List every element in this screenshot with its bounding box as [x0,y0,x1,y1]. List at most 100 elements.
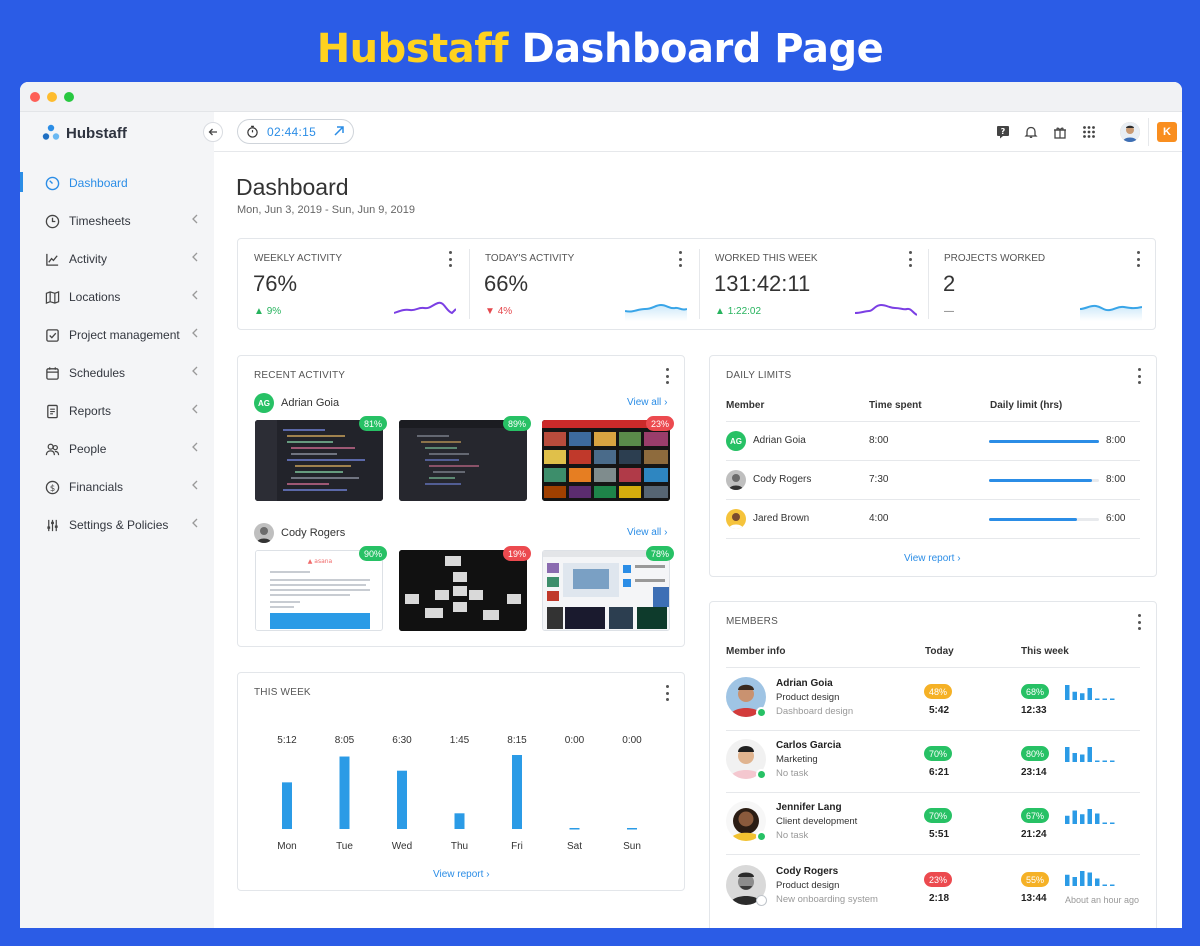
sliders-icon [44,517,60,533]
member-role: Product design [776,880,840,891]
more-options-icon[interactable] [677,251,683,267]
member-name[interactable]: Adrian Goia [776,678,833,689]
daily-limit: 8:00 [1106,435,1126,446]
more-options-icon[interactable] [907,251,913,267]
member-name[interactable]: Jennifer Lang [776,802,842,813]
bar-mon [282,782,292,829]
clock-icon [44,213,60,229]
screenshot-thumbnail[interactable]: 23% [542,416,674,501]
sidebar-item-project-management[interactable]: Project management [20,316,214,354]
timer-value: 02:44:15 [267,124,317,139]
stat-value: 76% [253,271,298,296]
weekly-mini-bar-chart [1065,747,1115,762]
activity-percent-badge: 81% [358,416,387,431]
avatar [254,523,274,543]
mini-bar [1065,874,1070,886]
x-tick-label: Sun [623,841,641,852]
mini-bar [1110,760,1115,762]
member-name[interactable]: Cody Rogers [753,474,811,485]
divider [1148,118,1149,146]
member-row: Jennifer Lang Client development No task… [726,792,1146,854]
sidebar-item-timesheets[interactable]: Timesheets [20,202,214,240]
screenshot-thumbnail[interactable]: 89% [399,416,531,501]
stat-value: 2 [943,271,956,296]
maximize-window-button[interactable] [64,92,74,102]
daily-limit: 6:00 [1106,513,1126,524]
sidebar-item-label: Schedules [69,366,126,380]
close-window-button[interactable] [30,92,40,102]
hubstaff-logo[interactable]: Hubstaff [42,122,127,144]
more-options-icon[interactable] [1135,251,1141,267]
bar-value-label: 5:12 [277,735,297,746]
activity-person: AG Adrian Goia [254,392,339,414]
mini-bar [1080,693,1085,700]
sidebar-item-dashboard[interactable]: Dashboard [20,164,214,202]
mini-bar [1065,685,1070,700]
more-options-icon[interactable] [664,368,670,384]
sidebar-item-people[interactable]: People [20,430,214,468]
sidebar-item-settings-policies[interactable]: Settings & Policies [20,506,214,544]
apps-grid-icon[interactable] [1081,124,1097,140]
mini-bar [1102,822,1107,824]
member-role: Product design [776,692,840,703]
sidebar-item-schedules[interactable]: Schedules [20,354,214,392]
today-time: 2:18 [929,893,950,904]
member-role: Client development [776,816,858,827]
calendar-icon [44,365,60,381]
sidebar-item-label: Activity [69,252,108,266]
member-task: No task [776,768,809,779]
view-all-link[interactable]: View all › [627,397,667,408]
member-name[interactable]: Adrian Goia [753,435,806,446]
organization-badge[interactable]: K [1157,122,1177,142]
more-options-icon[interactable] [1136,614,1142,630]
screenshot-thumbnail[interactable]: 78% [542,546,674,631]
person-name[interactable]: Adrian Goia [281,397,339,409]
member-name[interactable]: Carlos Garcia [776,740,841,751]
sidebar-item-activity[interactable]: Activity [20,240,214,278]
gift-icon[interactable] [1052,124,1068,140]
this-week-bar-chart: 5:12 Mon 8:05 Tue 6:30 Wed 1:45 Thu 8:15 Fri 0:00 S… [277,735,642,852]
person-name[interactable]: Cody Rogers [281,527,345,539]
online-status-indicator [756,769,767,780]
stat-weekly-activity: WEEKLY ACTIVITY 76% ▲ 9% [238,239,468,329]
mini-bar [1080,871,1085,886]
sidebar-item-reports[interactable]: Reports [20,392,214,430]
member-name[interactable]: Jared Brown [753,513,809,524]
timer-widget[interactable]: 02:44:15 [237,119,354,144]
view-report-link[interactable]: View report › [904,553,961,564]
screenshot-thumbnail[interactable]: ▲ asana 90% [255,546,387,631]
more-options-icon[interactable] [447,251,453,267]
banner-rest: Dashboard Page [521,26,884,72]
sidebar-item-label: Reports [69,404,112,418]
dollar-icon: $ [44,479,60,495]
sidebar-item-financials[interactable]: $ Financials [20,468,214,506]
activity-percent-badge: 23% [645,416,674,431]
user-avatar[interactable] [1120,122,1140,142]
limit-progress-bar [989,518,1099,521]
stat-value: 131:42:11 [714,271,811,296]
banner-title: Hubstaff Dashboard Page [0,26,1200,72]
screenshot-thumbnail[interactable]: 19% [399,546,531,631]
column-header-member: Member [726,400,765,411]
view-all-link[interactable]: View all › [627,527,667,538]
member-name[interactable]: Cody Rogers [776,866,838,877]
screenshot-thumbnail[interactable]: 81% [255,416,387,501]
open-external-icon[interactable] [333,125,345,137]
app-window: Hubstaff Dashboard Timesheets Activity L… [20,82,1182,928]
minimize-window-button[interactable] [47,92,57,102]
more-options-icon[interactable] [1136,368,1142,384]
view-report-link[interactable]: View report › [433,869,490,880]
collapse-sidebar-button[interactable] [203,122,223,142]
chevron-right-icon: › [664,527,668,538]
today-time: 5:42 [929,705,950,716]
mini-bar [1102,698,1107,700]
top-bar: 02:44:15 ? K [214,112,1182,152]
bell-icon[interactable] [1023,124,1039,140]
sidebar-item-locations[interactable]: Locations [20,278,214,316]
bar-value-label: 8:15 [507,735,527,746]
column-header-this-week: This week [1021,646,1069,657]
activity-percent-badge: 19% [502,546,531,561]
chevron-left-icon [192,290,198,300]
avatar: AG [726,431,746,451]
help-icon[interactable]: ? [995,124,1011,140]
